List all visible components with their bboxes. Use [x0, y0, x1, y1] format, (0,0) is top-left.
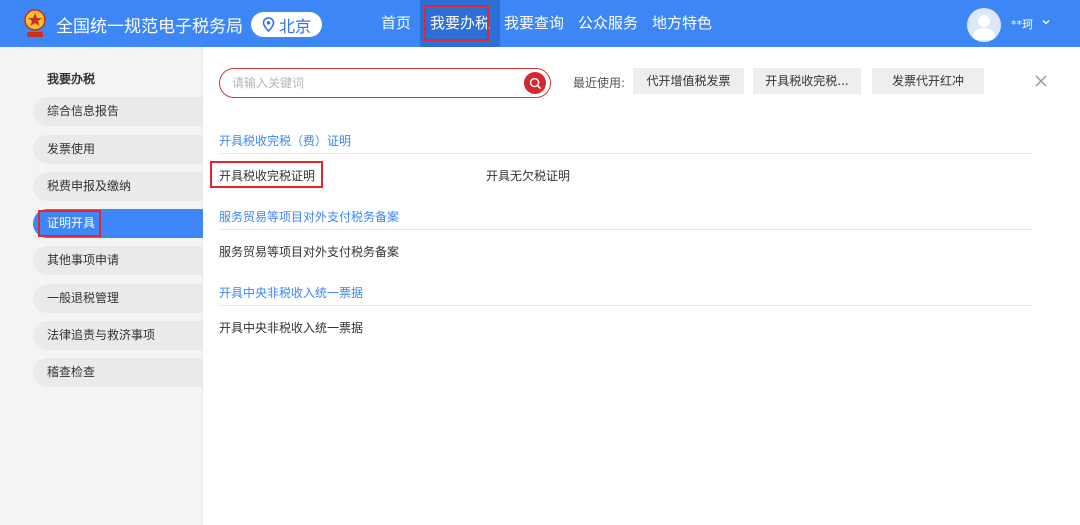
sidebar-item-legal[interactable]: 法律追责与救济事项 — [33, 321, 203, 350]
nav-local-features[interactable]: 地方特色 — [652, 0, 712, 47]
sidebar-title: 我要办税 — [47, 72, 96, 86]
sidebar-item-invoice-use[interactable]: 发票使用 — [33, 135, 203, 164]
search-button[interactable] — [524, 72, 546, 94]
sidebar-item-certificate[interactable]: 证明开具 — [33, 209, 203, 238]
sidebar-item-tax-declare[interactable]: 税费申报及缴纳 — [33, 172, 203, 201]
section-divider — [219, 229, 1033, 230]
recent-tax-certificate-button[interactable]: 开具税收完税... — [753, 68, 861, 94]
search-input[interactable] — [232, 74, 512, 92]
highlight-box — [38, 210, 101, 237]
link-no-arrears-certificate[interactable]: 开具无欠税证明 — [486, 167, 570, 184]
chevron-down-icon[interactable] — [1040, 16, 1052, 28]
recent-invoice-red-button[interactable]: 发票代开红冲 — [872, 68, 984, 94]
nav-tax-handling[interactable]: 我要办税 — [420, 0, 501, 47]
search-icon — [529, 77, 541, 89]
section-title-central-nontax: 开具中央非税收入统一票据 — [219, 286, 364, 300]
close-icon[interactable] — [1034, 74, 1048, 88]
nav-home[interactable]: 首页 — [381, 0, 411, 47]
sidebar-item-refund[interactable]: 一般退税管理 — [33, 284, 203, 313]
section-divider — [219, 305, 1033, 306]
site-title[interactable]: 全国统一规范电子税务局 — [56, 12, 243, 37]
highlight-box — [210, 161, 323, 188]
highlight-box — [424, 5, 489, 41]
recent-vat-invoice-button[interactable]: 代开增值税发票 — [633, 68, 744, 94]
sidebar-item-inspection[interactable]: 稽查检查 — [33, 358, 203, 387]
region-selector[interactable]: 北京 — [251, 12, 322, 37]
sidebar-item-other-apply[interactable]: 其他事项申请 — [33, 246, 203, 275]
search-box — [219, 68, 551, 98]
recent-label: 最近使用: — [573, 76, 626, 90]
nav-public-service[interactable]: 公众服务 — [578, 0, 638, 47]
section-title-tax-certificate: 开具税收完税（费）证明 — [219, 134, 352, 148]
section-title-service-trade: 服务贸易等项目对外支付税务备案 — [219, 210, 400, 224]
user-name[interactable]: **珂 — [1011, 16, 1033, 32]
location-pin-icon — [262, 17, 275, 32]
region-label: 北京 — [278, 16, 311, 36]
link-central-nontax-receipt[interactable]: 开具中央非税收入统一票据 — [219, 319, 363, 336]
section-divider — [219, 153, 1033, 154]
link-service-trade-filing[interactable]: 服务贸易等项目对外支付税务备案 — [219, 243, 399, 260]
tax-emblem-icon[interactable] — [22, 8, 48, 40]
sidebar: 我要办税 综合信息报告 发票使用 税费申报及缴纳 证明开具 其他事项申请 一般退… — [0, 47, 203, 525]
user-avatar-icon[interactable] — [967, 8, 1001, 42]
nav-query[interactable]: 我要查询 — [504, 0, 564, 47]
top-header: 全国统一规范电子税务局 北京 首页 我要办税 我要查询 公众服务 地方特色 **… — [0, 0, 1080, 47]
sidebar-item-info-report[interactable]: 综合信息报告 — [33, 97, 203, 126]
